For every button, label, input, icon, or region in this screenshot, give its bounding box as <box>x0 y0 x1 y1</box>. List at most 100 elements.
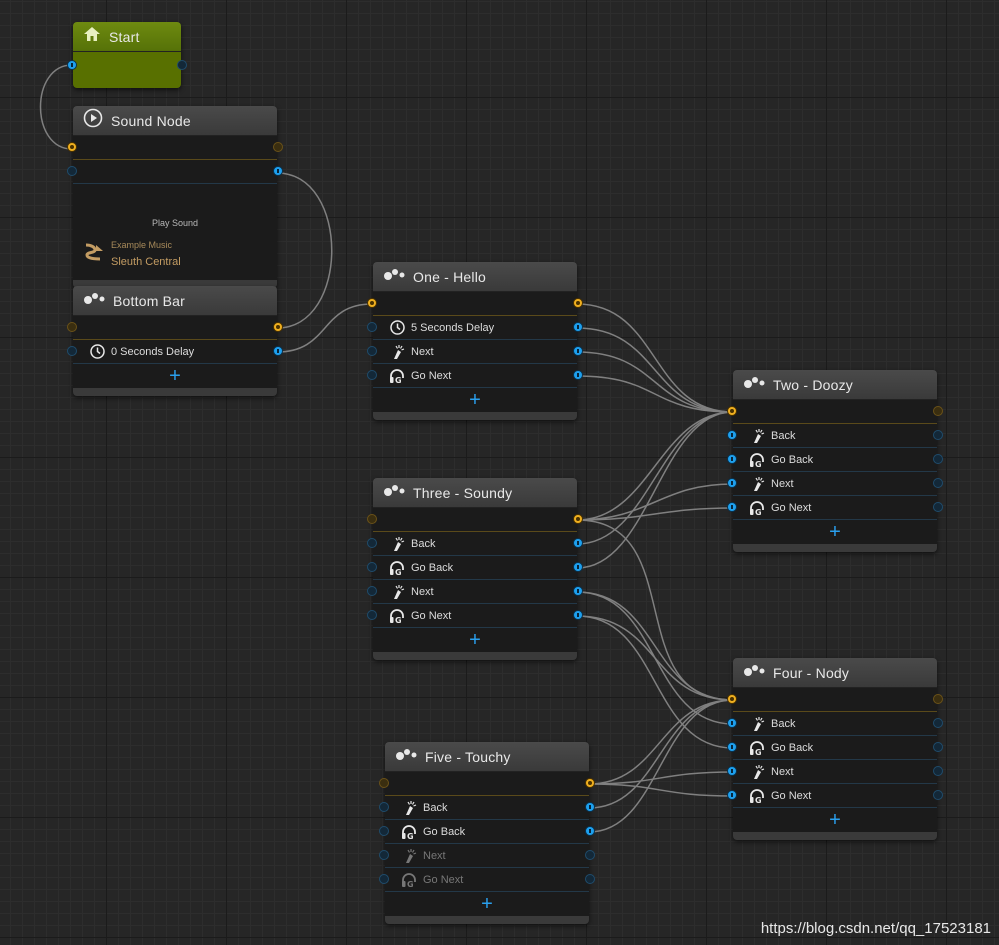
row-output-socket[interactable] <box>933 765 943 776</box>
three-output-socket[interactable] <box>573 513 583 524</box>
row-input-socket[interactable] <box>727 741 737 752</box>
one-row-next[interactable]: Next <box>367 340 583 364</box>
four-row-go-next[interactable]: G Go Next <box>727 784 943 808</box>
row-input-socket[interactable] <box>727 765 737 776</box>
row-input-socket[interactable] <box>367 321 377 332</box>
three-row-back[interactable]: Back <box>367 532 583 556</box>
row-input-socket[interactable] <box>367 585 377 596</box>
two-input-socket[interactable] <box>727 405 737 416</box>
add-output-button[interactable]: + <box>373 628 577 652</box>
four-nody-node[interactable]: Four - Nody Back G Go Back Next G Go Nex… <box>727 658 943 840</box>
row-input-socket[interactable] <box>67 345 77 356</box>
five-row-go-next[interactable]: G Go Next <box>379 868 595 892</box>
row-output-socket[interactable] <box>573 537 583 548</box>
five-row-next[interactable]: Next <box>379 844 595 868</box>
row-output-socket[interactable] <box>933 741 943 752</box>
row-input-socket[interactable] <box>379 873 389 884</box>
two-row-next[interactable]: Next <box>727 472 943 496</box>
row-input-socket[interactable] <box>727 789 737 800</box>
five-row-back[interactable]: Back <box>379 796 595 820</box>
row-input-socket[interactable] <box>379 849 389 860</box>
row-output-socket[interactable] <box>585 825 595 836</box>
row-output-socket[interactable] <box>273 345 283 356</box>
four-nody-header[interactable]: Four - Nody <box>733 658 937 688</box>
five-touchy-header[interactable]: Five - Touchy <box>385 742 589 772</box>
row-output-socket[interactable] <box>585 873 595 884</box>
start-output-socket[interactable] <box>177 60 187 70</box>
two-row-go-back[interactable]: G Go Back <box>727 448 943 472</box>
row-output-socket[interactable] <box>933 453 943 464</box>
start-node-header[interactable]: Start <box>73 22 181 52</box>
row-input-socket[interactable] <box>727 477 737 488</box>
start-input-socket[interactable] <box>67 60 77 70</box>
four-input-socket[interactable] <box>727 693 737 704</box>
three-row-go-back[interactable]: G Go Back <box>367 556 583 580</box>
sound-input-socket[interactable] <box>67 141 77 152</box>
sound-output-socket[interactable] <box>273 141 283 152</box>
bottom-bar-row-delay[interactable]: 0 Seconds Delay <box>67 340 283 364</box>
two-doozy-header[interactable]: Two - Doozy <box>733 370 937 400</box>
one-output-socket[interactable] <box>573 297 583 308</box>
five-row-go-back[interactable]: G Go Back <box>379 820 595 844</box>
row-input-socket[interactable] <box>379 801 389 812</box>
row-input-socket[interactable] <box>367 609 377 620</box>
five-touchy-node[interactable]: Five - Touchy Back G Go Back Next G Go N… <box>379 742 595 924</box>
four-output-socket[interactable] <box>933 693 943 704</box>
sound-node[interactable]: Sound Node Play Sound Example Music Sleu… <box>67 106 283 288</box>
sound-node-header[interactable]: Sound Node <box>73 106 277 136</box>
two-doozy-node[interactable]: Two - Doozy Back G Go Back Next G Go Nex… <box>727 370 943 552</box>
three-row-go-next[interactable]: G Go Next <box>367 604 583 628</box>
add-output-button[interactable]: + <box>733 520 937 544</box>
start-node[interactable]: Start <box>67 22 187 88</box>
bottom-bar-node[interactable]: Bottom Bar 0 Seconds Delay + <box>67 286 283 396</box>
row-input-socket[interactable] <box>367 369 377 380</box>
row-output-socket[interactable] <box>573 561 583 572</box>
row-input-socket[interactable] <box>379 825 389 836</box>
row-output-socket[interactable] <box>933 429 943 440</box>
row-input-socket[interactable] <box>727 501 737 512</box>
row-input-socket[interactable] <box>367 561 377 572</box>
sound-row-output-socket[interactable] <box>273 165 283 176</box>
row-output-socket[interactable] <box>573 345 583 356</box>
row-input-socket[interactable] <box>367 537 377 548</box>
four-row-back[interactable]: Back <box>727 712 943 736</box>
five-input-socket[interactable] <box>379 777 389 788</box>
add-output-button[interactable]: + <box>385 892 589 916</box>
row-output-socket[interactable] <box>933 717 943 728</box>
bottom-bar-input-socket[interactable] <box>67 321 77 332</box>
three-input-socket[interactable] <box>367 513 377 524</box>
three-soundy-node[interactable]: Three - Soundy Back G Go Back Next G Go … <box>367 478 583 660</box>
one-hello-node[interactable]: One - Hello 5 Seconds Delay Next G Go Ne… <box>367 262 583 420</box>
three-soundy-header[interactable]: Three - Soundy <box>373 478 577 508</box>
one-input-socket[interactable] <box>367 297 377 308</box>
row-input-socket[interactable] <box>727 717 737 728</box>
row-output-socket[interactable] <box>933 477 943 488</box>
row-output-socket[interactable] <box>573 369 583 380</box>
one-row-go-next[interactable]: G Go Next <box>367 364 583 388</box>
music-name[interactable]: Sleuth Central <box>111 256 181 268</box>
add-output-button[interactable]: + <box>733 808 937 832</box>
row-output-socket[interactable] <box>573 321 583 332</box>
row-input-socket[interactable] <box>727 453 737 464</box>
row-output-socket[interactable] <box>573 609 583 620</box>
sound-row-input-socket[interactable] <box>67 165 77 176</box>
row-input-socket[interactable] <box>367 345 377 356</box>
four-row-go-back[interactable]: G Go Back <box>727 736 943 760</box>
row-output-socket[interactable] <box>933 501 943 512</box>
row-input-socket[interactable] <box>727 429 737 440</box>
five-output-socket[interactable] <box>585 777 595 788</box>
one-row-delay[interactable]: 5 Seconds Delay <box>367 316 583 340</box>
row-output-socket[interactable] <box>585 849 595 860</box>
two-output-socket[interactable] <box>933 405 943 416</box>
row-output-socket[interactable] <box>585 801 595 812</box>
add-output-button[interactable]: + <box>73 364 277 388</box>
row-output-socket[interactable] <box>933 789 943 800</box>
add-output-button[interactable]: + <box>373 388 577 412</box>
row-output-socket[interactable] <box>573 585 583 596</box>
two-row-back[interactable]: Back <box>727 424 943 448</box>
three-row-next[interactable]: Next <box>367 580 583 604</box>
one-hello-header[interactable]: One - Hello <box>373 262 577 292</box>
four-row-next[interactable]: Next <box>727 760 943 784</box>
bottom-bar-output-socket[interactable] <box>273 321 283 332</box>
bottom-bar-header[interactable]: Bottom Bar <box>73 286 277 316</box>
